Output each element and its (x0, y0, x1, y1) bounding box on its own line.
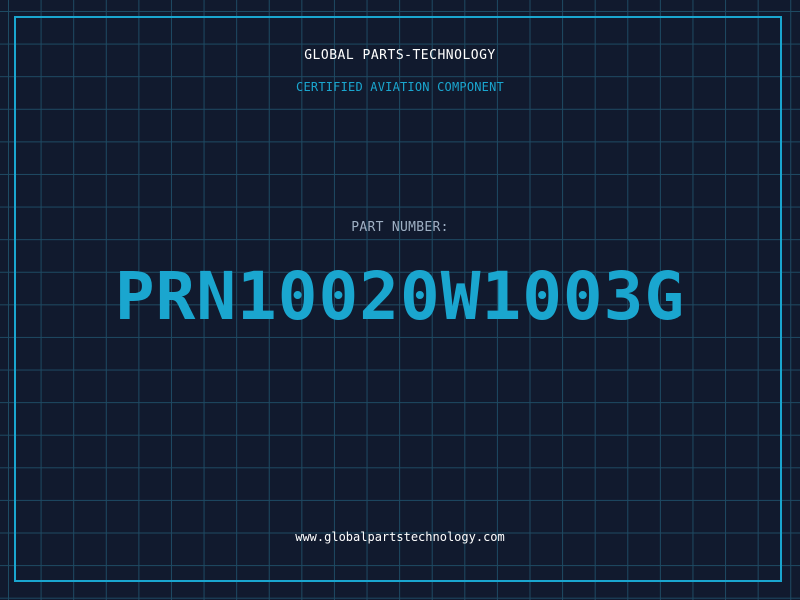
part-number-label: PART NUMBER: (351, 220, 449, 235)
label-canvas: GLOBAL PARTS-TECHNOLOGY CERTIFIED AVIATI… (0, 0, 800, 600)
certification-subtitle: CERTIFIED AVIATION COMPONENT (296, 80, 504, 94)
website-link[interactable]: www.globalpartstechnology.com (0, 530, 800, 544)
part-number-value: PRN10020W1003G (114, 258, 686, 335)
company-name: GLOBAL PARTS-TECHNOLOGY (304, 48, 496, 63)
